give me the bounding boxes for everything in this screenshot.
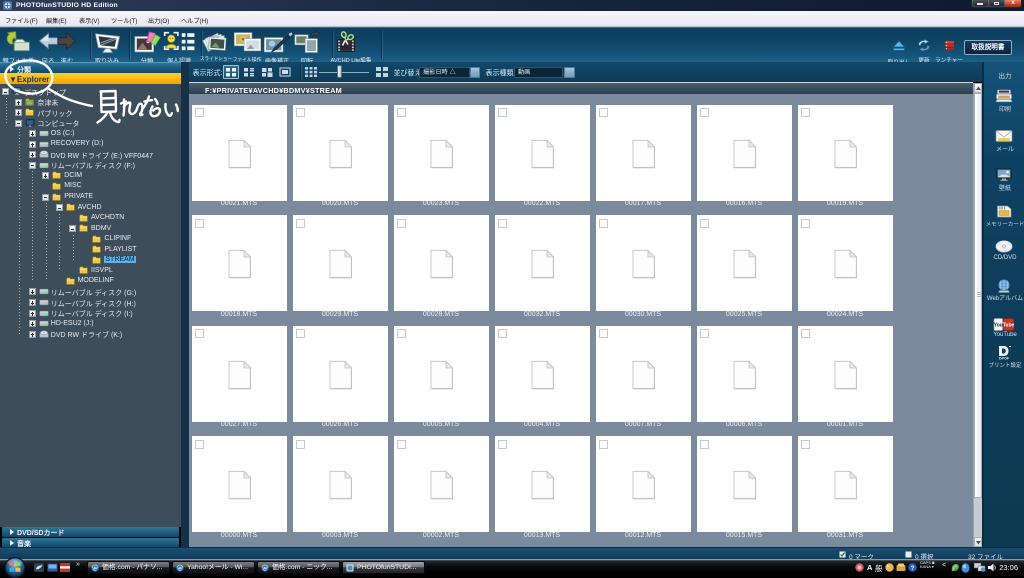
svg-text:e: e xyxy=(263,566,267,572)
svg-text:e: e xyxy=(178,566,182,572)
svg-text:You: You xyxy=(994,323,1003,329)
svg-text:DPOF: DPOF xyxy=(999,357,1010,361)
svg-text:Tube: Tube xyxy=(1003,323,1015,329)
svg-text:e: e xyxy=(93,566,97,572)
svg-text:?: ? xyxy=(911,566,915,572)
